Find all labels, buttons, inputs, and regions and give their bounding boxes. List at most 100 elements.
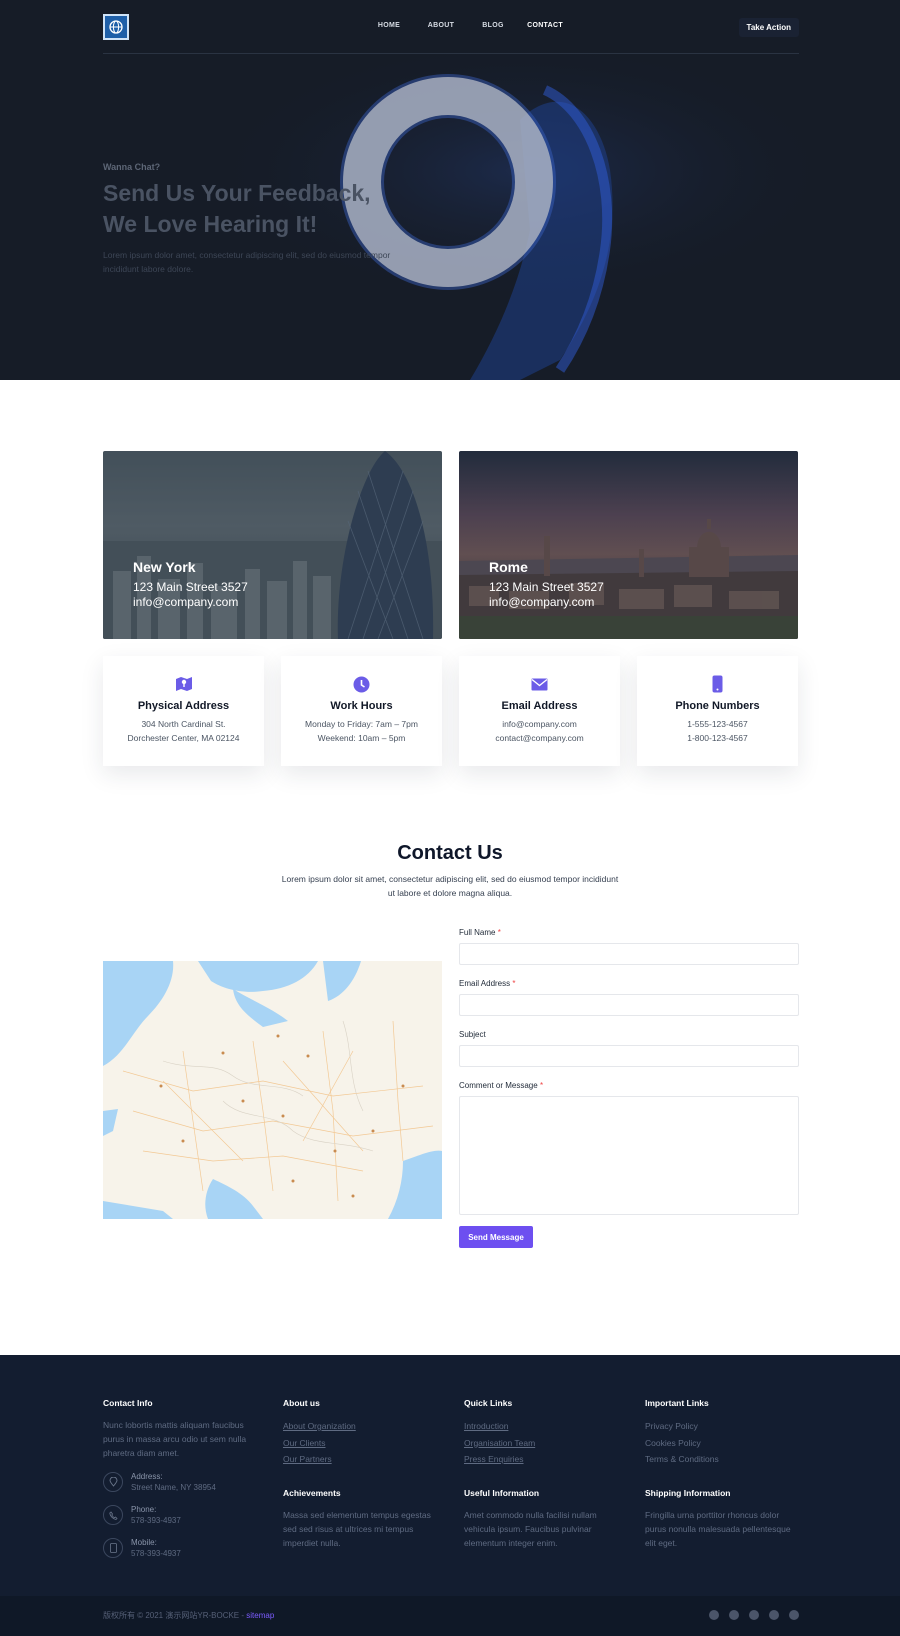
city-name: New York [133, 559, 196, 575]
info-line: info@company.com [502, 719, 577, 729]
hero-title-line-2: We Love Hearing It! [103, 211, 318, 237]
message-textarea[interactable] [459, 1096, 799, 1215]
info-card-phone-numbers: Phone Numbers 1-555-123-4567 1-800-123-4… [637, 656, 798, 766]
footer-mobile: Mobile: 578-393-4937 [103, 1538, 253, 1571]
mobile-label: Mobile: [131, 1538, 157, 1547]
info-line: Monday to Friday: 7am – 7pm [305, 719, 418, 729]
info-title: Phone Numbers [675, 700, 760, 712]
footer-link[interactable]: Privacy Policy [645, 1418, 805, 1435]
hero-text: Wanna Chat? Send Us Your Feedback, We Lo… [103, 162, 403, 276]
city-card-rome: Rome 123 Main Street 3527 info@company.c… [459, 451, 798, 639]
footer-phone: Phone: 578-393-4937 [103, 1505, 253, 1538]
footer-heading: Achievements [283, 1488, 341, 1498]
nav-blog[interactable]: BLOG [467, 22, 519, 29]
sitemap-link[interactable]: sitemap [246, 1611, 274, 1620]
email-label: Email Address * [459, 979, 516, 988]
info-title: Email Address [501, 700, 578, 712]
mobile-value: 578-393-4937 [131, 1549, 181, 1558]
full-name-input[interactable] [459, 943, 799, 965]
facebook-icon[interactable] [709, 1610, 719, 1620]
city-name: Rome [489, 559, 528, 575]
location-pin-icon [103, 1472, 123, 1492]
footer-link[interactable]: Our Partners [283, 1451, 443, 1468]
phone-value: 578-393-4937 [131, 1516, 181, 1525]
send-message-button[interactable]: Send Message [459, 1226, 533, 1248]
footer-link[interactable]: Press Enquiries [464, 1451, 624, 1468]
city-email: info@company.com [133, 595, 239, 609]
info-card-work-hours: Work Hours Monday to Friday: 7am – 7pm W… [281, 656, 442, 766]
info-card-email-address: Email Address info@company.com contact@c… [459, 656, 620, 766]
hero-eyebrow: Wanna Chat? [103, 162, 161, 172]
footer-link[interactable]: Cookies Policy [645, 1435, 805, 1452]
twitter-icon[interactable] [729, 1610, 739, 1620]
copyright: 版权所有 © 2021 演示网站YR-BOCKE - sitemap [103, 1610, 274, 1621]
footer-heading: Shipping Information [645, 1488, 731, 1498]
contact-form: Full Name * Email Address * Subject Comm… [459, 928, 799, 1248]
address-value: Street Name, NY 38954 [131, 1483, 216, 1492]
info-line: contact@company.com [495, 733, 584, 743]
take-action-button[interactable]: Take Action [738, 18, 799, 37]
footer-heading: About us [283, 1398, 320, 1408]
hero-title-line-1: Send Us Your Feedback, [103, 180, 371, 206]
subject-input[interactable] [459, 1045, 799, 1067]
instagram-icon[interactable] [749, 1610, 759, 1620]
globe-icon [109, 20, 123, 34]
city-overlay [459, 451, 798, 639]
footer-address: Address: Street Name, NY 38954 [103, 1472, 253, 1505]
footer: Contact Info Nunc lobortis mattis aliqua… [0, 1355, 900, 1636]
footer-link[interactable]: Our Clients [283, 1435, 443, 1452]
envelope-icon [530, 674, 550, 694]
city-card-new-york: New York 123 Main Street 3527 info@compa… [103, 451, 442, 639]
city-overlay [103, 451, 442, 639]
site-logo[interactable] [103, 14, 129, 40]
city-email: info@company.com [489, 595, 595, 609]
phone-handset-icon [103, 1505, 123, 1525]
city-info: Rome 123 Main Street 3527 info@company.c… [489, 559, 604, 610]
message-label: Comment or Message * [459, 1081, 544, 1090]
hero-desc-line-2: incididunt labore dolore. [103, 264, 194, 274]
phone-label: Phone: [131, 1505, 157, 1514]
info-line: 1-800-123-4567 [687, 733, 748, 743]
phone-icon [708, 674, 728, 694]
footer-link[interactable]: About Organization [283, 1418, 443, 1435]
subject-label: Subject [459, 1030, 486, 1039]
hero-title: Send Us Your Feedback, We Love Hearing I… [103, 178, 403, 240]
slack-icon[interactable] [789, 1610, 799, 1620]
footer-text: Massa sed elementum tempus egestas sed s… [283, 1510, 431, 1548]
info-line: Dorchester Center, MA 02124 [127, 733, 240, 743]
footer-shipping-information: Shipping Information Fringilla urna port… [645, 1488, 793, 1550]
footer-contact-info: Contact Info Nunc lobortis mattis aliqua… [103, 1398, 253, 1571]
footer-text: Amet commodo nulla facilisi nullam vehic… [464, 1510, 597, 1548]
footer-bottom-bar: 版权所有 © 2021 演示网站YR-BOCKE - sitemap [0, 1596, 900, 1636]
info-line: 1-555-123-4567 [687, 719, 748, 729]
footer-heading: Useful Information [464, 1488, 540, 1498]
nav-home[interactable]: HOME [363, 22, 415, 29]
hero-description: Lorem ipsum dolor amet, consectetur adip… [103, 248, 403, 276]
contact-title: Contact Us [397, 842, 503, 864]
footer-link[interactable]: Introduction [464, 1418, 624, 1435]
footer-useful-information: Useful Information Amet commodo nulla fa… [464, 1488, 604, 1550]
contact-description: Lorem ipsum dolor sit amet, consectetur … [280, 872, 620, 900]
nav-contact[interactable]: CONTACT [519, 22, 571, 29]
city-address: 123 Main Street 3527 [133, 580, 248, 594]
footer-quick-links: Quick Links Introduction Organisation Te… [464, 1398, 624, 1468]
footer-link[interactable]: Organisation Team [464, 1435, 624, 1452]
footer-important-links: Important Links Privacy Policy Cookies P… [645, 1398, 805, 1468]
footer-about: About us About Organization Our Clients … [283, 1398, 443, 1468]
email-input[interactable] [459, 994, 799, 1016]
footer-link[interactable]: Terms & Conditions [645, 1451, 805, 1468]
info-line: Weekend: 10am – 5pm [317, 733, 406, 743]
europe-map[interactable] [103, 961, 442, 1219]
hero-section: HOME ABOUT BLOG CONTACT Take Action Wann… [0, 0, 900, 380]
contact-desc-line-1: Lorem ipsum dolor sit amet, consectetur … [281, 874, 619, 884]
footer-heading: Contact Info [103, 1398, 153, 1408]
social-links [709, 1610, 799, 1620]
footer-achievements: Achievements Massa sed elementum tempus … [283, 1488, 431, 1550]
nav-about[interactable]: ABOUT [415, 22, 467, 29]
dribbble-icon[interactable] [769, 1610, 779, 1620]
info-title: Physical Address [137, 700, 230, 712]
map-image [103, 961, 442, 1219]
full-name-label: Full Name * [459, 928, 501, 937]
address-label: Address: [131, 1472, 163, 1481]
top-nav: HOME ABOUT BLOG CONTACT Take Action [103, 12, 799, 54]
